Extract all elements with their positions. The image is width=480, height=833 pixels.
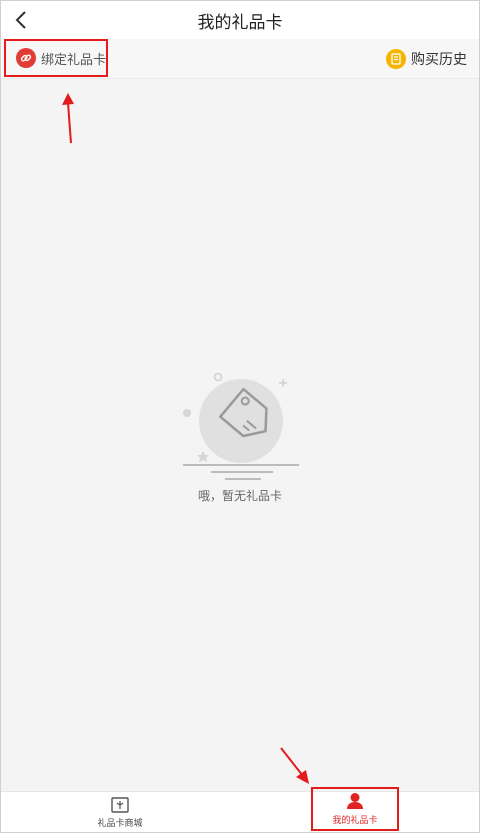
- empty-message: 哦，暂无礼品卡: [197, 489, 282, 503]
- tab-my-gift-cards-label: 我的礼品卡: [332, 816, 378, 826]
- link-icon: [16, 48, 36, 68]
- gift-card-icon: [111, 796, 129, 813]
- header-bar: 我的礼品卡: [1, 1, 479, 39]
- toolbar: 绑定礼品卡 购买历史: [1, 39, 479, 79]
- user-icon: [347, 793, 363, 809]
- deco-plus: [279, 379, 287, 387]
- bind-gift-card-label: 绑定礼品卡: [41, 52, 107, 68]
- bind-gift-card-button[interactable]: 绑定礼品卡: [4, 39, 108, 77]
- receipt-icon: [386, 49, 406, 69]
- purchase-history-label: 购买历史: [411, 52, 467, 68]
- purchase-history-button[interactable]: 购买历史: [386, 48, 467, 70]
- back-button[interactable]: [11, 9, 31, 31]
- deco-star: [197, 451, 209, 462]
- page-title: 我的礼品卡: [197, 12, 283, 33]
- tab-my-gift-cards[interactable]: 我的礼品卡: [311, 787, 399, 831]
- annotation-arrow-top: [62, 93, 74, 144]
- chevron-left-icon: [15, 11, 26, 29]
- tab-gift-card-shop[interactable]: 礼品卡商城: [75, 792, 165, 833]
- deco-dot: [183, 409, 191, 417]
- bottom-tab-bar: 礼品卡商城 我的礼品卡: [1, 787, 479, 833]
- annotation-arrow-bottom: [280, 747, 309, 784]
- deco-ring: [213, 372, 223, 382]
- tab-gift-card-shop-label: 礼品卡商城: [97, 818, 143, 829]
- app-frame: 我的礼品卡 绑定礼品卡 购买历史 哦，暂无礼品卡 礼品卡商城 我的礼品卡: [0, 0, 480, 833]
